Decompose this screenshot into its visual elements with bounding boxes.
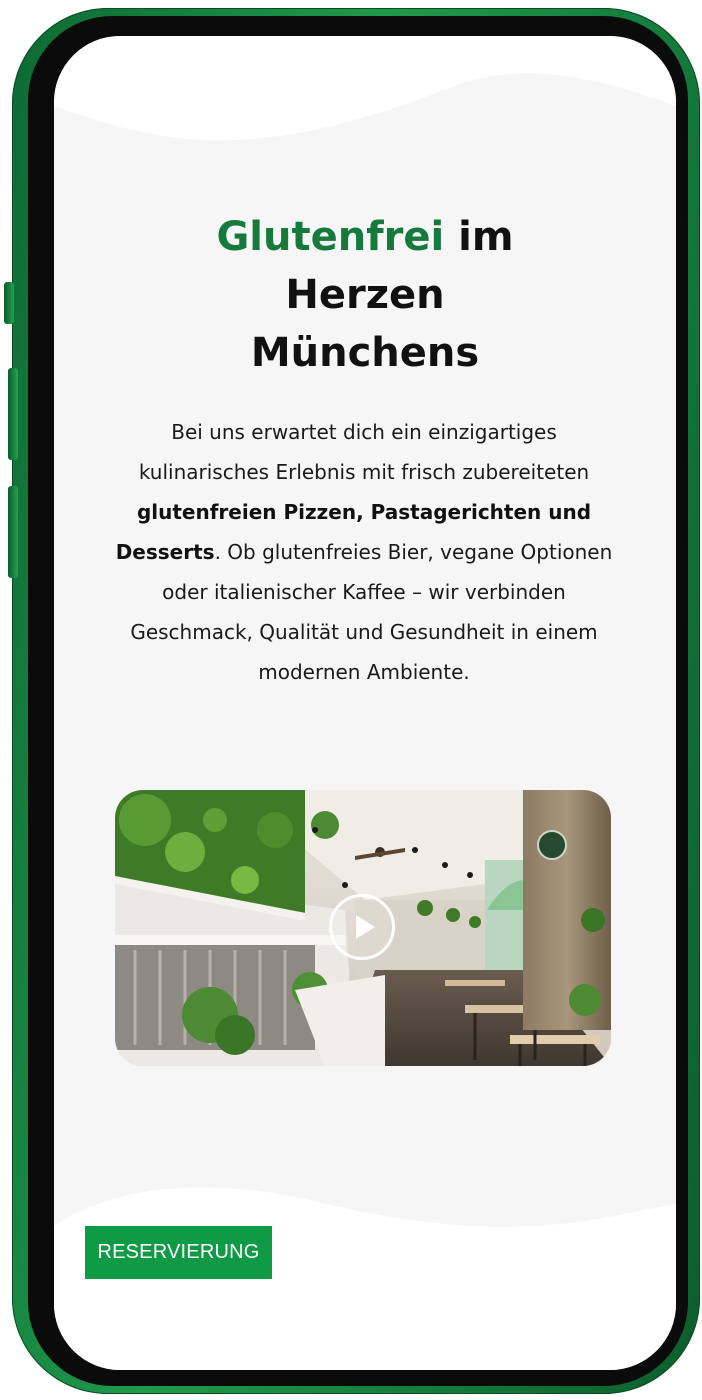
intro-paragraph: Bei uns erwartet dich ein einzigartiges … — [114, 412, 614, 692]
play-icon — [356, 915, 375, 939]
mute-switch — [4, 282, 14, 324]
title-line1-rest: im — [444, 214, 514, 260]
play-button[interactable] — [329, 894, 395, 960]
title-accent: Glutenfrei — [216, 214, 445, 260]
reservation-button[interactable]: RESERVIERUNG — [85, 1226, 272, 1279]
title-line2: Herzen — [285, 272, 445, 318]
video-thumbnail[interactable] — [115, 790, 611, 1066]
phone-screen: Glutenfrei im Herzen Münchens Bei uns er… — [54, 36, 676, 1370]
top-wave-decoration — [54, 36, 676, 141]
volume-up-button — [8, 368, 18, 460]
title-line3: Münchens — [250, 330, 480, 376]
intro-text-part1: Bei uns erwartet dich ein einzigartiges … — [138, 420, 590, 484]
page-title: Glutenfrei im Herzen Münchens — [54, 208, 676, 382]
volume-down-button — [8, 486, 18, 578]
